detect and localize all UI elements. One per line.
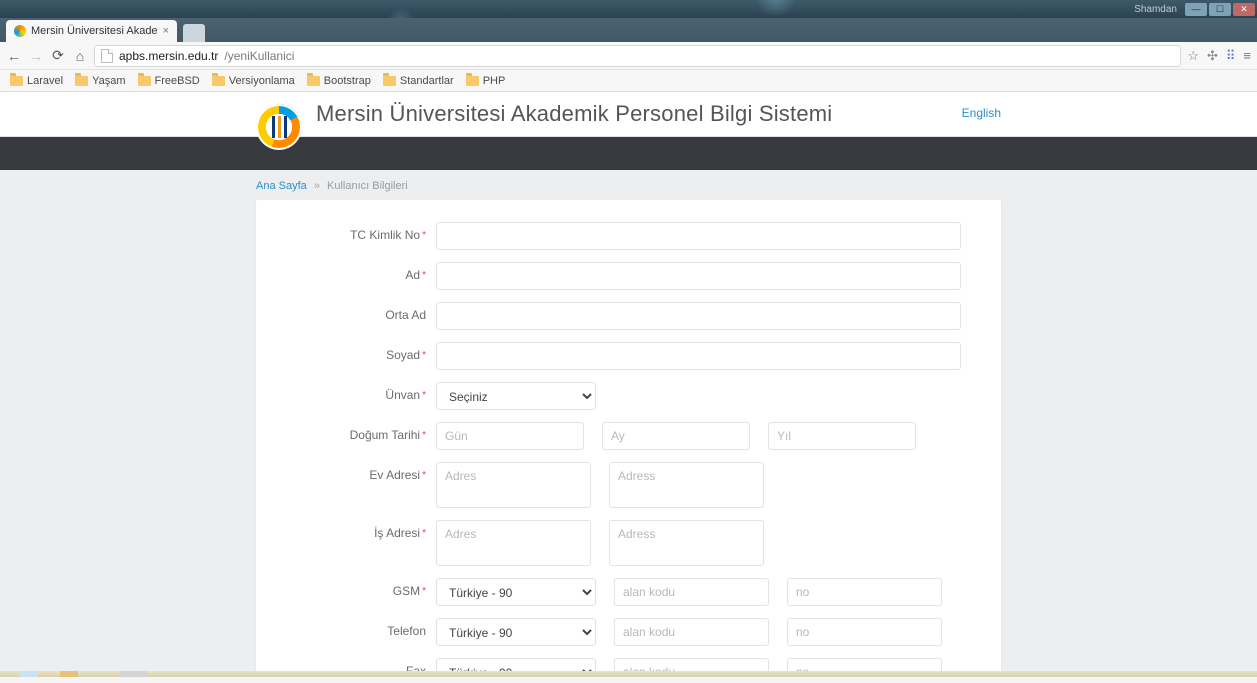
- new-tab-button[interactable]: [183, 24, 205, 42]
- folder-icon: [212, 76, 225, 86]
- label-ev-adres: Ev Adresi: [369, 468, 420, 482]
- back-button[interactable]: ←: [6, 48, 22, 64]
- breadcrumb-current: Kullanıcı Bilgileri: [327, 180, 408, 192]
- bookmark-label: Yaşam: [92, 75, 125, 87]
- dogum-gun-input[interactable]: [436, 422, 584, 450]
- bookmark-label: FreeBSD: [155, 75, 200, 87]
- required-icon: *: [422, 350, 426, 361]
- address-bar[interactable]: apbs.mersin.edu.tr/yeniKullanici: [94, 45, 1181, 67]
- bookmark-star-icon[interactable]: ☆: [1187, 48, 1199, 64]
- bookmark-label: Versiyonlama: [229, 75, 295, 87]
- language-link[interactable]: English: [962, 106, 1001, 120]
- ad-input[interactable]: [436, 262, 961, 290]
- browser-toolbar: ← → ⟳ ⌂ apbs.mersin.edu.tr/yeniKullanici…: [0, 42, 1257, 70]
- breadcrumb: Ana Sayfa » Kullanıcı Bilgileri: [256, 170, 1001, 200]
- university-logo: [256, 104, 302, 150]
- tab-close-icon[interactable]: ×: [163, 25, 169, 37]
- browser-tab-strip: Mersin Üniversitesi Akade ×: [0, 18, 1257, 42]
- page-viewport: Mersin Üniversitesi Akademik Personel Bi…: [0, 92, 1257, 677]
- telefon-country-select[interactable]: Türkiye - 90: [436, 618, 596, 646]
- window-close-button[interactable]: ✕: [1233, 3, 1255, 16]
- url-path: /yeniKullanici: [224, 49, 294, 63]
- page-icon: [101, 49, 113, 63]
- telefon-area-input[interactable]: [614, 618, 769, 646]
- bookmark-item[interactable]: Standartlar: [379, 75, 458, 87]
- primary-nav-bar: [0, 137, 1257, 170]
- label-gsm: GSM: [393, 584, 420, 598]
- site-header: Mersin Üniversitesi Akademik Personel Bi…: [0, 92, 1257, 137]
- folder-icon: [10, 76, 23, 86]
- reload-button[interactable]: ⟳: [50, 47, 66, 64]
- required-icon: *: [422, 390, 426, 401]
- bookmark-item[interactable]: Laravel: [6, 75, 67, 87]
- bookmarks-bar: Laravel Yaşam FreeBSD Versiyonlama Boots…: [0, 70, 1257, 92]
- bookmark-label: Bootstrap: [324, 75, 371, 87]
- is-adres-2-input[interactable]: [609, 520, 764, 566]
- translate-icon[interactable]: ⠿: [1226, 48, 1236, 64]
- os-taskbar-sliver: [0, 671, 1257, 677]
- folder-icon: [383, 76, 396, 86]
- bookmark-label: Standartlar: [400, 75, 454, 87]
- form-card: TC Kimlik No* Ad* Orta Ad Soyad* Ünvan* …: [256, 200, 1001, 677]
- ev-adres-2-input[interactable]: [609, 462, 764, 508]
- bookmark-item[interactable]: PHP: [462, 75, 510, 87]
- folder-icon: [466, 76, 479, 86]
- label-orta-ad: Orta Ad: [385, 308, 426, 322]
- tc-kimlik-input[interactable]: [436, 222, 961, 250]
- label-telefon: Telefon: [387, 624, 426, 638]
- home-button[interactable]: ⌂: [72, 48, 88, 64]
- folder-icon: [138, 76, 151, 86]
- soyad-input[interactable]: [436, 342, 961, 370]
- toolbar-right: ☆ ✣ ⠿ ≡: [1187, 48, 1251, 64]
- dogum-ay-input[interactable]: [602, 422, 750, 450]
- required-icon: *: [422, 230, 426, 241]
- folder-icon: [75, 76, 88, 86]
- gsm-area-input[interactable]: [614, 578, 769, 606]
- gsm-country-select[interactable]: Türkiye - 90: [436, 578, 596, 606]
- extension-icon[interactable]: ✣: [1207, 48, 1218, 64]
- required-icon: *: [422, 528, 426, 539]
- label-is-adres: İş Adresi: [374, 526, 420, 540]
- unvan-select[interactable]: Seçiniz: [436, 382, 596, 410]
- url-host: apbs.mersin.edu.tr: [119, 49, 218, 63]
- folder-icon: [307, 76, 320, 86]
- ev-adres-1-input[interactable]: [436, 462, 591, 508]
- browser-tab-active[interactable]: Mersin Üniversitesi Akade ×: [6, 20, 177, 42]
- window-maximize-button[interactable]: ☐: [1209, 3, 1231, 16]
- bookmark-item[interactable]: Yaşam: [71, 75, 129, 87]
- favicon-icon: [14, 25, 26, 37]
- required-icon: *: [422, 470, 426, 481]
- is-adres-1-input[interactable]: [436, 520, 591, 566]
- dogum-yil-input[interactable]: [768, 422, 916, 450]
- chrome-menu-icon[interactable]: ≡: [1243, 48, 1251, 63]
- site-title: Mersin Üniversitesi Akademik Personel Bi…: [316, 101, 832, 127]
- label-dogum: Doğum Tarihi: [350, 428, 420, 442]
- telefon-number-input[interactable]: [787, 618, 942, 646]
- bookmark-item[interactable]: FreeBSD: [134, 75, 204, 87]
- label-tc: TC Kimlik No: [350, 228, 420, 242]
- bookmark-label: Laravel: [27, 75, 63, 87]
- breadcrumb-separator: »: [310, 180, 324, 192]
- bookmark-item[interactable]: Bootstrap: [303, 75, 375, 87]
- tab-title: Mersin Üniversitesi Akade: [31, 25, 158, 37]
- breadcrumb-home-link[interactable]: Ana Sayfa: [256, 180, 307, 192]
- label-unvan: Ünvan: [385, 388, 420, 402]
- os-titlebar: Shamdan — ☐ ✕: [0, 0, 1257, 18]
- forward-button[interactable]: →: [28, 48, 44, 64]
- orta-ad-input[interactable]: [436, 302, 961, 330]
- label-soyad: Soyad: [386, 348, 420, 362]
- required-icon: *: [422, 430, 426, 441]
- titlebar-texture: [120, 0, 1057, 18]
- os-user-label: Shamdan: [1134, 4, 1177, 15]
- gsm-number-input[interactable]: [787, 578, 942, 606]
- bookmark-label: PHP: [483, 75, 506, 87]
- window-minimize-button[interactable]: —: [1185, 3, 1207, 16]
- label-ad: Ad: [405, 268, 420, 282]
- required-icon: *: [422, 586, 426, 597]
- required-icon: *: [422, 270, 426, 281]
- bookmark-item[interactable]: Versiyonlama: [208, 75, 299, 87]
